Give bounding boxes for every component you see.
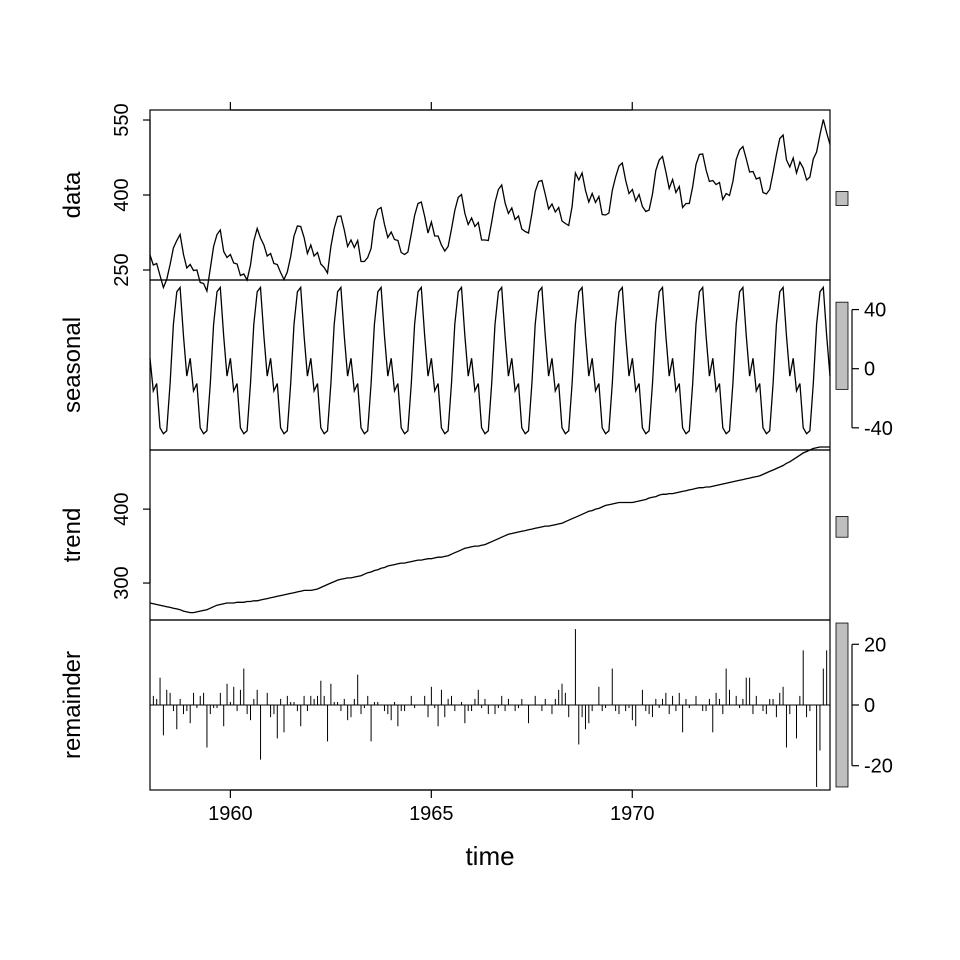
range-bar bbox=[836, 302, 848, 389]
ytick-label: 550 bbox=[111, 103, 133, 136]
ytick-label: 0 bbox=[864, 359, 875, 381]
range-bar bbox=[836, 192, 848, 206]
ytick-label: 250 bbox=[111, 253, 133, 286]
panel-label-data: data bbox=[59, 171, 86, 218]
range-bar bbox=[836, 517, 848, 538]
series-seasonal bbox=[150, 287, 830, 433]
range-bar bbox=[836, 623, 848, 787]
panel-label-trend: trend bbox=[59, 508, 86, 563]
ytick-label: 400 bbox=[111, 178, 133, 211]
ytick-label: 40 bbox=[864, 300, 886, 322]
ytick-label: -20 bbox=[864, 756, 893, 778]
x-axis-title: time bbox=[465, 841, 514, 871]
ytick-label: 400 bbox=[111, 492, 133, 525]
xtick-label: 1970 bbox=[610, 803, 655, 825]
panel-label-seasonal: seasonal bbox=[59, 317, 86, 413]
xtick-label: 1965 bbox=[409, 803, 454, 825]
series-trend bbox=[150, 447, 830, 613]
stl-decomposition-chart: 250 400 550 data -40 0 40 seasonal 300 400 trend -2… bbox=[0, 0, 960, 960]
ytick-label: -40 bbox=[864, 418, 893, 440]
ytick-label: 0 bbox=[864, 695, 875, 717]
ytick-label: 20 bbox=[864, 634, 886, 656]
xtick-label: 1960 bbox=[208, 803, 253, 825]
panel-label-remainder: remainder bbox=[59, 651, 86, 759]
series-data bbox=[150, 120, 830, 292]
ytick-label: 300 bbox=[111, 566, 133, 599]
